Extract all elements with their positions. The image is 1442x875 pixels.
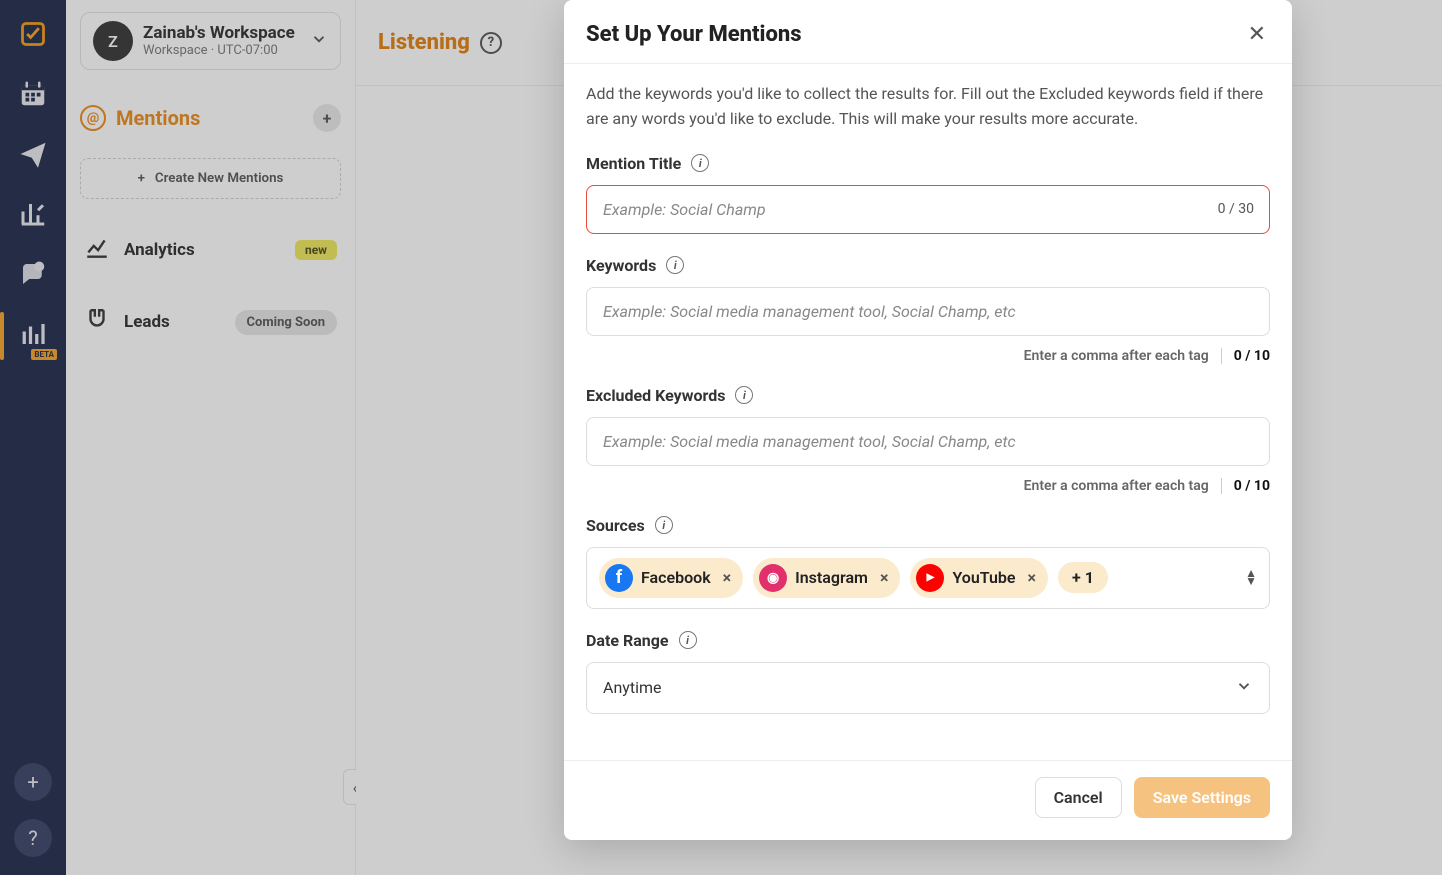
keywords-input[interactable] [586,287,1270,336]
modal-header: Set Up Your Mentions ✕ [564,0,1292,63]
excluded-keywords-label: Excluded Keywords i [586,386,1270,405]
keywords-hint-row: Enter a comma after each tag 0 / 10 [586,348,1270,364]
sources-text: Sources [586,516,645,535]
info-icon[interactable]: i [691,154,709,172]
facebook-icon: f [605,564,633,592]
sources-label: Sources i [586,516,1270,535]
remove-chip-icon[interactable]: × [719,568,732,587]
modal-title: Set Up Your Mentions [586,22,1248,47]
youtube-icon: ▶ [916,564,944,592]
excluded-counter: 0 / 10 [1234,478,1270,494]
info-icon[interactable]: i [655,516,673,534]
modal-intro: Add the keywords you'd like to collect t… [586,82,1270,132]
daterange-value: Anytime [603,678,661,697]
cancel-button[interactable]: Cancel [1035,777,1122,818]
source-chip-facebook[interactable]: f Facebook × [599,558,743,598]
select-caret-icon: ▲▼ [1245,570,1257,584]
close-button[interactable]: ✕ [1248,22,1266,47]
daterange-select[interactable]: Anytime [586,662,1270,714]
source-chip-youtube[interactable]: ▶ YouTube × [910,558,1048,598]
instagram-icon: ◉ [759,564,787,592]
remove-chip-icon[interactable]: × [1024,568,1037,587]
chip-label: Facebook [641,568,711,587]
modal-body: Add the keywords you'd like to collect t… [564,64,1292,760]
source-chip-more[interactable]: + 1 [1058,562,1108,593]
excluded-hint: Enter a comma after each tag [1024,478,1209,494]
save-settings-button[interactable]: Save Settings [1134,777,1270,818]
sources-select[interactable]: f Facebook × ◉ Instagram × ▶ YouTube × +… [586,547,1270,609]
source-chip-instagram[interactable]: ◉ Instagram × [753,558,900,598]
divider [1221,478,1222,494]
excluded-keywords-input[interactable] [586,417,1270,466]
chip-label: Instagram [795,568,868,587]
keywords-text: Keywords [586,256,656,275]
close-icon: ✕ [1248,22,1266,47]
daterange-label: Date Range i [586,631,1270,650]
keywords-counter: 0 / 10 [1234,348,1270,364]
mention-title-label: Mention Title i [586,154,1270,173]
mention-title-text: Mention Title [586,154,681,173]
daterange-text: Date Range [586,631,669,650]
info-icon[interactable]: i [735,386,753,404]
mention-title-input[interactable] [586,185,1270,234]
remove-chip-icon[interactable]: × [876,568,889,587]
chevron-down-icon [1235,677,1253,699]
mention-title-counter: 0 / 30 [1218,201,1254,217]
save-label: Save Settings [1153,788,1251,807]
info-icon[interactable]: i [666,256,684,274]
more-label: + 1 [1072,568,1094,587]
excluded-text: Excluded Keywords [586,386,725,405]
modal-footer: Cancel Save Settings [564,761,1292,840]
mentions-modal: Set Up Your Mentions ✕ Add the keywords … [564,0,1292,840]
divider [1221,348,1222,364]
chip-label: YouTube [952,568,1015,587]
excluded-hint-row: Enter a comma after each tag 0 / 10 [586,478,1270,494]
keywords-hint: Enter a comma after each tag [1024,348,1209,364]
info-icon[interactable]: i [679,631,697,649]
cancel-label: Cancel [1054,788,1103,807]
keywords-label: Keywords i [586,256,1270,275]
